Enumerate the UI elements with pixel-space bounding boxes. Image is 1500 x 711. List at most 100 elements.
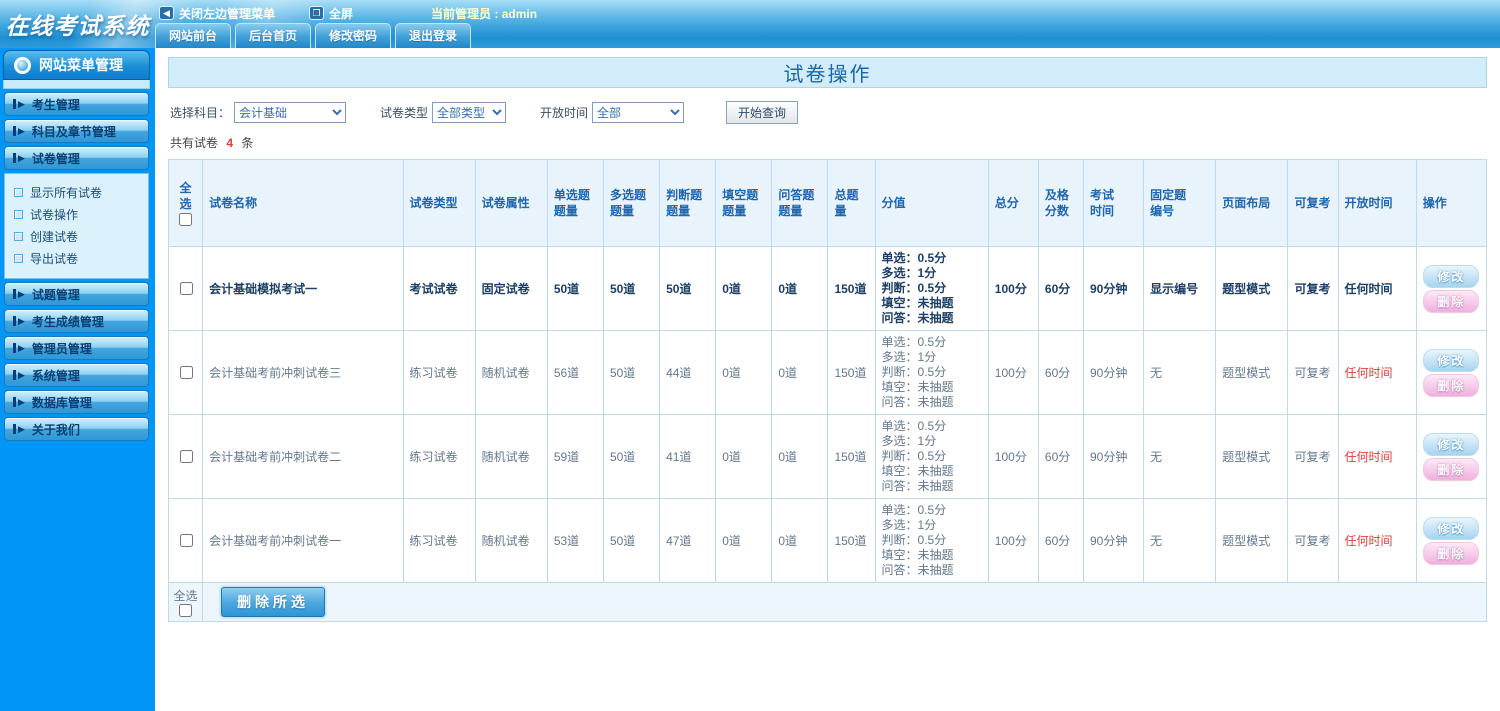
open-time-cell: 任何时间	[1337, 414, 1417, 499]
tab-site-front[interactable]: 网站前台	[155, 23, 232, 48]
footer-select-all-checkbox[interactable]	[179, 604, 193, 617]
arrow-right-icon: ▶	[13, 126, 25, 136]
paper-type-cell: 练习试卷	[402, 414, 476, 499]
edit-button[interactable]: 修改	[1423, 516, 1480, 540]
multi-count-cell: 50道	[602, 414, 661, 499]
delete-button[interactable]: 删除	[1423, 289, 1480, 313]
sidebar-item-paper-operation[interactable]: 试卷操作	[14, 203, 139, 225]
sidebar-item-subject-chapter-management[interactable]: ▶ 科目及章节管理	[4, 119, 149, 143]
judge-count-cell: 41道	[659, 414, 717, 499]
tab-logout[interactable]: 退出登录	[395, 23, 472, 48]
submenu-label: 创建试卷	[30, 229, 79, 244]
sidebar-title: 网站菜单管理	[3, 50, 150, 80]
score-values-cell: 单选：0.5分 多选：1分 判断：0.5分 填空：未抽题 问答：未抽题	[874, 498, 989, 583]
menu-label: 考生管理	[31, 97, 80, 112]
paper-type-cell: 考试试卷	[402, 246, 476, 331]
subject-select[interactable]: 会计基础	[234, 102, 347, 123]
sidebar-item-system-management[interactable]: ▶ 系统管理	[4, 363, 149, 387]
pass-score-cell: 60分	[1037, 414, 1085, 499]
menu-label: 考生成绩管理	[31, 314, 104, 329]
row-checkbox[interactable]	[179, 366, 193, 379]
qa-count-cell: 0道	[771, 330, 829, 415]
paper-name-cell: 会计基础考前冲刺试卷二	[202, 414, 404, 499]
page-layout-cell: 题型模式	[1215, 414, 1289, 499]
paper-table-body: 会计基础模拟考试一 考试试卷 固定试卷 50道 50道 50道 0道 0道 15…	[167, 246, 1488, 583]
sidebar-item-export-paper[interactable]: 导出试卷	[14, 247, 139, 269]
tab-admin-home[interactable]: 后台首页	[235, 23, 312, 48]
total-score-cell: 100分	[987, 414, 1039, 499]
delete-button[interactable]: 删除	[1423, 373, 1480, 397]
retake-cell: 可复考	[1287, 498, 1339, 583]
sidebar-item-show-all-papers[interactable]: 显示所有试卷	[14, 181, 139, 203]
total-score-cell: 100分	[987, 246, 1039, 331]
score-values-cell: 单选：0.5分 多选：1分 判断：0.5分 填空：未抽题 问答：未抽题	[874, 414, 989, 499]
fullscreen-button[interactable]: ❐ 全屏	[309, 5, 353, 22]
menu-label: 数据库管理	[31, 395, 92, 410]
tab-change-password[interactable]: 修改密码	[315, 23, 392, 48]
sidebar-item-paper-management[interactable]: ▶ 试卷管理	[4, 146, 149, 170]
sidebar-item-score-management[interactable]: ▶ 考生成绩管理	[4, 309, 149, 333]
submenu-label: 显示所有试卷	[30, 185, 103, 200]
sidebar-strip	[3, 80, 150, 89]
sidebar-item-about-us[interactable]: ▶ 关于我们	[4, 417, 149, 441]
fixed-number-cell: 无	[1143, 498, 1217, 583]
pass-score-cell: 60分	[1037, 498, 1085, 583]
collapse-icon: ◀	[159, 6, 174, 20]
delete-button[interactable]: 删除	[1423, 457, 1480, 481]
edit-button[interactable]: 修改	[1423, 264, 1480, 288]
paper-type-cell: 练习试卷	[402, 330, 476, 415]
row-checkbox[interactable]	[179, 450, 193, 463]
arrow-right-icon: ▶	[13, 289, 25, 299]
body-row: 网站菜单管理 ▶ 考生管理 ▶ 科目及章节管理 ▶ 试卷管理 显示所有试卷 试卷…	[0, 48, 1500, 711]
footer-select-all-label: 全选	[173, 589, 198, 603]
sidebar-title-label: 网站菜单管理	[39, 57, 123, 73]
select-all-checkbox[interactable]	[179, 213, 193, 226]
table-row: 会计基础考前冲刺试卷二 练习试卷 随机试卷 59道 50道 41道 0道 0道 …	[167, 414, 1488, 499]
row-checkbox[interactable]	[179, 534, 193, 547]
collapse-menu-label: 关闭左边管理菜单	[179, 6, 276, 21]
total-count-cell: 150道	[827, 330, 876, 415]
square-icon	[14, 231, 23, 241]
search-button[interactable]: 开始查询	[726, 101, 799, 124]
qa-count-cell: 0道	[771, 246, 829, 331]
header-open-time: 开放时间	[1337, 159, 1417, 247]
blank-count-cell: 0道	[715, 414, 773, 499]
delete-selected-button[interactable]: 删除所选	[221, 587, 326, 617]
page-title: 试卷操作	[168, 57, 1487, 88]
current-admin-label: 当前管理员 : admin	[431, 6, 538, 21]
blank-count-cell: 0道	[715, 498, 773, 583]
judge-count-cell: 47道	[659, 498, 717, 583]
header-total-count: 总题量	[827, 159, 876, 247]
paper-type-select[interactable]: 全部类型	[432, 102, 507, 123]
row-checkbox[interactable]	[179, 282, 193, 295]
open-time-select[interactable]: 全部	[592, 102, 685, 123]
header-blank-count: 填空题 题量	[715, 159, 773, 247]
edit-button[interactable]: 修改	[1423, 432, 1480, 456]
table-row: 会计基础考前冲刺试卷一 练习试卷 随机试卷 53道 50道 47道 0道 0道 …	[167, 498, 1488, 583]
single-count-cell: 53道	[546, 498, 604, 583]
submenu-label: 导出试卷	[30, 251, 79, 266]
arrow-right-icon: ▶	[13, 99, 25, 109]
collapse-menu-button[interactable]: ◀ 关闭左边管理菜单	[159, 5, 275, 22]
paper-type-cell: 练习试卷	[402, 498, 476, 583]
result-summary: 共有试卷 4 条	[170, 134, 1485, 151]
total-count-cell: 150道	[827, 498, 876, 583]
arrow-right-icon: ▶	[13, 370, 25, 380]
sidebar-item-examinee-management[interactable]: ▶ 考生管理	[4, 92, 149, 116]
sidebar-item-database-management[interactable]: ▶ 数据库管理	[4, 390, 149, 414]
header-paper-type: 试卷类型	[402, 159, 476, 247]
sidebar-item-admin-management[interactable]: ▶ 管理员管理	[4, 336, 149, 360]
page-layout-cell: 题型模式	[1215, 330, 1289, 415]
sidebar-item-create-paper[interactable]: 创建试卷	[14, 225, 139, 247]
arrow-right-icon: ▶	[13, 343, 25, 353]
open-time-filter-label: 开放时间	[540, 106, 589, 120]
header-page-layout: 页面布局	[1215, 159, 1289, 247]
footer-actions-cell: 删除所选	[202, 582, 1487, 622]
total-score-cell: 100分	[987, 498, 1039, 583]
summary-prefix: 共有试卷	[170, 136, 219, 150]
delete-button[interactable]: 删除	[1423, 541, 1480, 565]
fullscreen-label: 全屏	[329, 6, 354, 21]
sidebar-item-question-management[interactable]: ▶ 试题管理	[4, 282, 149, 306]
exam-duration-cell: 90分钟	[1082, 414, 1145, 499]
edit-button[interactable]: 修改	[1423, 348, 1480, 372]
